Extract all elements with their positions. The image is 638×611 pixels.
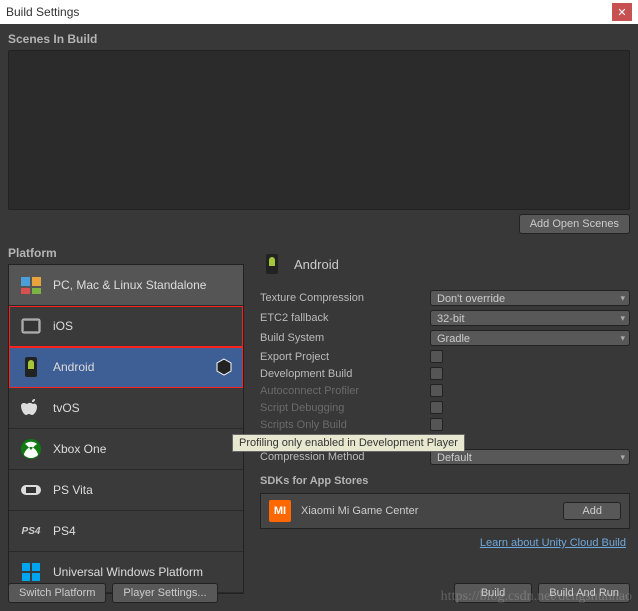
selected-platform-label: Android (294, 257, 339, 272)
tooltip: Profiling only enabled in Development Pl… (232, 434, 465, 452)
platform-item-android[interactable]: Android (9, 347, 243, 388)
build-system-dropdown[interactable]: Gradle (430, 330, 630, 346)
texture-compression-label: Texture Compression (260, 292, 430, 304)
uwp-icon (19, 560, 43, 584)
scripts-only-build-label: Scripts Only Build (260, 419, 430, 431)
sdk-add-button[interactable]: Add (563, 502, 621, 520)
texture-compression-dropdown[interactable]: Don't override (430, 290, 630, 306)
build-system-label: Build System (260, 332, 430, 344)
platform-label-text: tvOS (53, 401, 233, 415)
scripts-only-build-checkbox (430, 418, 443, 431)
etc2-fallback-dropdown[interactable]: 32-bit (430, 310, 630, 326)
platform-item-ps4[interactable]: PS4 PS4 (9, 511, 243, 552)
xbox-icon (19, 437, 43, 461)
platform-list: PC, Mac & Linux Standalone iOS Android (8, 264, 244, 594)
platform-item-standalone[interactable]: PC, Mac & Linux Standalone (9, 265, 243, 306)
platform-label: Platform (8, 246, 244, 260)
build-button[interactable]: Build (454, 583, 532, 603)
autoconnect-profiler-checkbox (430, 384, 443, 397)
add-open-scenes-button[interactable]: Add Open Scenes (519, 214, 630, 234)
platform-label-text: Universal Windows Platform (53, 565, 233, 579)
sdk-section-label: SDKs for App Stores (260, 475, 630, 487)
cloud-build-link[interactable]: Learn about Unity Cloud Build (260, 537, 630, 549)
ps4-icon: PS4 (19, 519, 43, 543)
platform-label-text: Android (53, 360, 205, 374)
compression-method-label: Compression Method (260, 451, 430, 463)
android-icon (19, 355, 43, 379)
export-project-label: Export Project (260, 351, 430, 363)
xiaomi-icon: MI (269, 500, 291, 522)
platform-item-tvos[interactable]: tvOS (9, 388, 243, 429)
titlebar: Build Settings ✕ (0, 0, 638, 24)
close-button[interactable]: ✕ (612, 3, 632, 21)
player-settings-button[interactable]: Player Settings... (112, 583, 217, 603)
window-title: Build Settings (6, 5, 79, 19)
scenes-label: Scenes In Build (8, 32, 630, 46)
script-debugging-label: Script Debugging (260, 402, 430, 414)
unity-icon (215, 358, 233, 376)
psvita-icon (19, 478, 43, 502)
platform-label-text: PS4 (53, 524, 233, 538)
sdk-item: MI Xiaomi Mi Game Center Add (260, 493, 630, 529)
platform-item-xboxone[interactable]: Xbox One (9, 429, 243, 470)
build-options-panel: Android Texture Compression Don't overri… (254, 246, 630, 594)
script-debugging-checkbox (430, 401, 443, 414)
ios-icon (19, 314, 43, 338)
tvos-icon (19, 396, 43, 420)
sdk-item-name: Xiaomi Mi Game Center (301, 505, 553, 517)
development-build-label: Development Build (260, 368, 430, 380)
autoconnect-profiler-label: Autoconnect Profiler (260, 385, 430, 397)
scenes-list[interactable] (8, 50, 630, 210)
platform-label-text: PC, Mac & Linux Standalone (53, 278, 233, 292)
development-build-checkbox[interactable] (430, 367, 443, 380)
platform-label-text: Xbox One (53, 442, 233, 456)
platform-label-text: iOS (53, 319, 233, 333)
switch-platform-button[interactable]: Switch Platform (8, 583, 106, 603)
platform-item-psvita[interactable]: PS Vita (9, 470, 243, 511)
platform-item-ios[interactable]: iOS (9, 306, 243, 347)
standalone-icon (19, 273, 43, 297)
export-project-checkbox[interactable] (430, 350, 443, 363)
platform-label-text: PS Vita (53, 483, 233, 497)
android-icon (260, 252, 284, 276)
build-and-run-button[interactable]: Build And Run (538, 583, 630, 603)
etc2-fallback-label: ETC2 fallback (260, 312, 430, 324)
